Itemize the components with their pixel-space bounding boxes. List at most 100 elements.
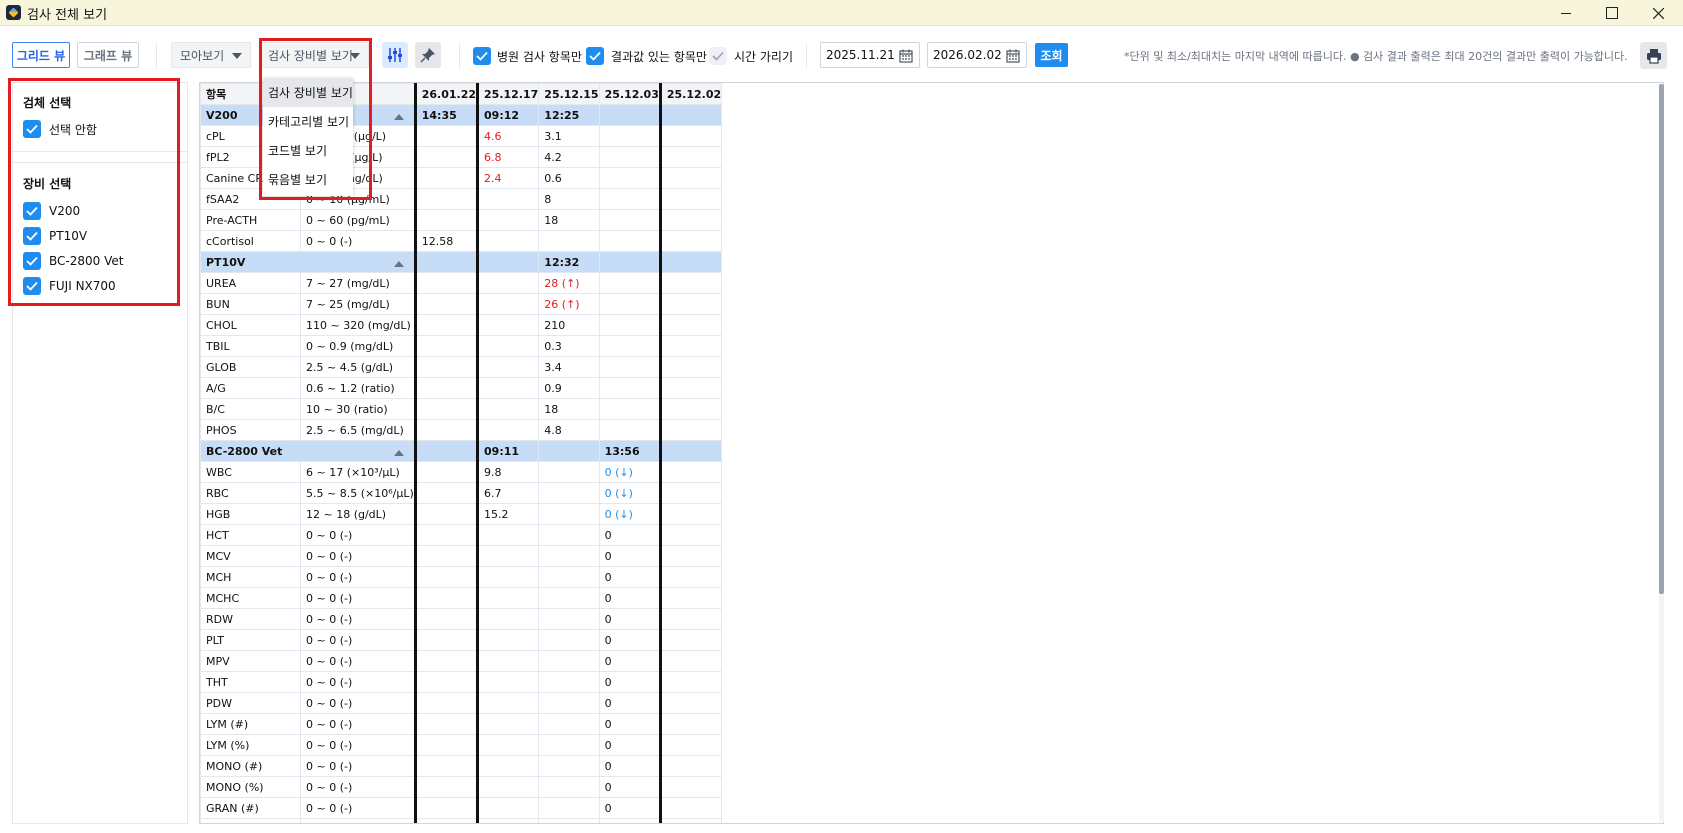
result-value-cell[interactable] [476, 209, 540, 231]
result-value-cell[interactable] [658, 398, 723, 420]
result-value-cell[interactable] [413, 146, 479, 168]
result-value-cell[interactable] [413, 608, 479, 630]
result-value-cell[interactable] [413, 671, 479, 693]
table-row[interactable]: THT 0 ~ 0 (-) 0 [200, 671, 723, 693]
result-value-cell[interactable]: 4.2 [538, 146, 600, 168]
result-value-cell[interactable] [476, 335, 540, 357]
table-row[interactable]: RDW 0 ~ 0 (-) 0 [200, 608, 723, 630]
result-value-cell[interactable] [413, 587, 479, 609]
result-value-cell[interactable] [413, 335, 479, 357]
result-value-cell[interactable] [476, 713, 540, 735]
close-button[interactable] [1635, 0, 1681, 26]
result-value-cell[interactable] [658, 377, 723, 399]
equipment-option-pt10v[interactable]: PT10V [23, 226, 87, 246]
result-value-cell[interactable] [658, 797, 723, 819]
result-value-cell[interactable] [476, 314, 540, 336]
maximize-button[interactable] [1589, 0, 1635, 26]
result-value-cell[interactable] [658, 503, 723, 525]
equipment-group-row[interactable]: PT10V 12:32 [200, 251, 723, 273]
result-value-cell[interactable]: 18 [538, 398, 600, 420]
result-value-cell[interactable] [476, 272, 540, 294]
result-value-cell[interactable] [538, 587, 600, 609]
result-value-cell[interactable] [476, 545, 540, 567]
result-value-cell[interactable] [413, 398, 479, 420]
result-value-cell[interactable] [598, 230, 661, 252]
results-only-checkbox[interactable] [586, 47, 604, 65]
result-value-cell[interactable] [658, 608, 723, 630]
scrollbar-thumb[interactable] [1659, 84, 1664, 594]
result-value-cell[interactable]: 26 (↑) [538, 293, 600, 315]
result-value-cell[interactable] [413, 734, 479, 756]
result-value-cell[interactable] [598, 335, 661, 357]
result-value-cell[interactable] [413, 482, 479, 504]
calendar-icon[interactable] [1006, 49, 1020, 63]
result-value-cell[interactable] [658, 629, 723, 651]
menu-item-by-bundle[interactable]: 묶음별 보기 [263, 165, 353, 194]
caret-up-icon[interactable] [393, 113, 404, 120]
result-value-cell[interactable] [658, 587, 723, 609]
equipment-option-fuji[interactable]: FUJI NX700 [23, 276, 116, 296]
equalizer-button[interactable] [382, 42, 408, 68]
equipment-view-dropdown[interactable]: 검사 장비별 보기 [259, 42, 369, 68]
result-value-cell[interactable] [658, 524, 723, 546]
result-value-cell[interactable] [476, 797, 540, 819]
result-value-cell[interactable] [476, 188, 540, 210]
result-value-cell[interactable] [658, 734, 723, 756]
equipment-checkbox[interactable] [23, 227, 41, 245]
result-value-cell[interactable] [658, 335, 723, 357]
result-value-cell[interactable] [413, 419, 479, 441]
result-value-cell[interactable] [538, 629, 600, 651]
table-row[interactable]: Pre-ACTH 0 ~ 60 (pg/mL) 18 [200, 209, 723, 231]
result-value-cell[interactable] [598, 167, 661, 189]
date-column-header[interactable]: 25.12.03 [598, 83, 661, 105]
result-value-cell[interactable] [538, 524, 600, 546]
result-value-cell[interactable] [413, 272, 479, 294]
result-value-cell[interactable] [476, 377, 540, 399]
result-value-cell[interactable]: 210 [538, 314, 600, 336]
result-value-cell[interactable]: 0 [598, 545, 661, 567]
equipment-checkbox[interactable] [23, 202, 41, 220]
result-value-cell[interactable] [476, 629, 540, 651]
result-value-cell[interactable] [598, 419, 661, 441]
caret-up-icon[interactable] [393, 449, 404, 456]
result-value-cell[interactable]: 0 (↓) [598, 482, 661, 504]
result-value-cell[interactable]: 28 (↑) [538, 272, 600, 294]
result-value-cell[interactable]: 3.4 [538, 356, 600, 378]
print-button[interactable] [1640, 42, 1667, 69]
result-value-cell[interactable] [538, 461, 600, 483]
result-value-cell[interactable] [658, 776, 723, 798]
result-value-cell[interactable] [658, 167, 723, 189]
result-value-cell[interactable] [538, 692, 600, 714]
result-value-cell[interactable] [658, 419, 723, 441]
result-value-cell[interactable] [413, 125, 479, 147]
result-value-cell[interactable] [413, 566, 479, 588]
result-value-cell[interactable] [476, 755, 540, 777]
result-value-cell[interactable]: 0 [598, 566, 661, 588]
result-value-cell[interactable] [413, 650, 479, 672]
table-row[interactable]: MCHC 0 ~ 0 (-) 0 [200, 587, 723, 609]
table-row[interactable]: RBC 5.5 ~ 8.5 (×10⁶/μL) 6.7 0 (↓) [200, 482, 723, 504]
result-value-cell[interactable] [413, 377, 479, 399]
result-value-cell[interactable]: 0 [598, 734, 661, 756]
hide-time-checkbox[interactable] [709, 47, 727, 65]
table-row[interactable]: LYM (#) 0 ~ 0 (-) 0 [200, 713, 723, 735]
result-value-cell[interactable]: 0 [598, 587, 661, 609]
result-value-cell[interactable]: 4.6 [476, 125, 540, 147]
result-value-cell[interactable] [538, 818, 600, 823]
result-value-cell[interactable] [658, 146, 723, 168]
result-value-cell[interactable] [658, 692, 723, 714]
date-from-input[interactable]: 2025.11.21 [820, 42, 920, 68]
result-value-cell[interactable] [598, 188, 661, 210]
result-value-cell[interactable] [658, 230, 723, 252]
result-value-cell[interactable]: 0 [598, 650, 661, 672]
result-value-cell[interactable]: 0 [598, 671, 661, 693]
table-row[interactable]: BUN 7 ~ 25 (mg/dL) 26 (↑) [200, 293, 723, 315]
table-row[interactable]: UREA 7 ~ 27 (mg/dL) 28 (↑) [200, 272, 723, 294]
result-value-cell[interactable] [413, 797, 479, 819]
equipment-group-row[interactable]: BC-2800 Vet 09:11 13:56 [200, 440, 723, 462]
grid-view-button[interactable]: 그리드 뷰 [12, 42, 70, 68]
table-row[interactable]: GLOB 2.5 ~ 4.5 (g/dL) 3.4 [200, 356, 723, 378]
result-value-cell[interactable] [538, 482, 600, 504]
result-value-cell[interactable]: 0.6 [538, 167, 600, 189]
sample-none-checkbox[interactable] [23, 120, 41, 138]
